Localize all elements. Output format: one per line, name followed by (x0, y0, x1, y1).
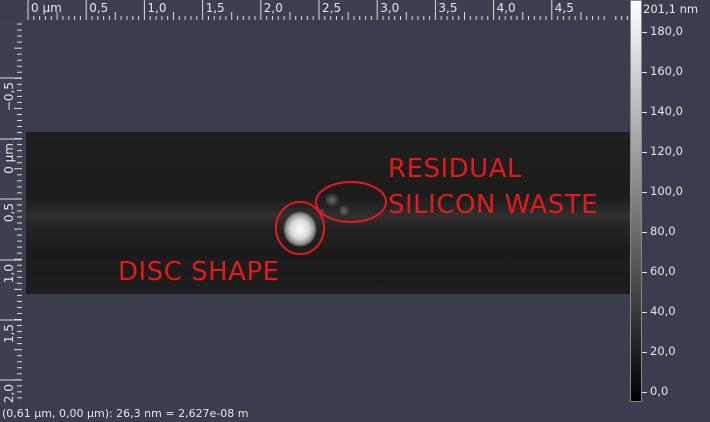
colorbar-tick-mark (642, 352, 647, 353)
y-ruler-label: 1,0 (2, 264, 16, 283)
x-ruler-label: 0 µm (31, 1, 62, 15)
colorbar-tick-mark (642, 152, 647, 153)
colorbar-tick-label: 0,0 (650, 384, 669, 398)
colorbar-tick-mark (642, 192, 647, 193)
colorbar-tick-label: 160,0 (650, 64, 683, 78)
colorbar-tick-mark (642, 232, 647, 233)
x-ruler-label: 0,5 (89, 1, 108, 15)
y-ruler-label: −0,5 (2, 82, 16, 111)
horizontal-ruler: 0 µm 0,5 1,0 1,5 2,0 2,5 3,0 3,5 4,0 4,5 (26, 0, 630, 20)
disc-shape-label: DISC SHAPE (118, 257, 280, 287)
x-ruler-label: 3,0 (380, 1, 399, 15)
silicon-waste-label: SILICON WASTE (388, 190, 599, 220)
colorbar-tick-label: 40,0 (650, 304, 676, 318)
colorbar-tick-label: 100,0 (650, 184, 683, 198)
vertical-ruler-svg: −0,5 0 µm 0,5 1,0 1,5 2,0 (0, 23, 22, 403)
colorbar-tick-label: 140,0 (650, 104, 683, 118)
x-ruler-label: 2,0 (264, 1, 283, 15)
height-colorbar (630, 0, 642, 402)
y-ruler-label: 2,0 (2, 384, 16, 403)
colorbar-tick-mark (642, 112, 647, 113)
colorbar-max-label: 201,1 nm (643, 2, 699, 16)
y-ruler-label: 0,5 (2, 203, 16, 222)
x-ruler-label: 1,0 (147, 1, 166, 15)
colorbar-tick-mark (642, 392, 647, 393)
colorbar-tick-label: 20,0 (650, 344, 676, 358)
horizontal-ruler-svg: 0 µm 0,5 1,0 1,5 2,0 2,5 3,0 3,5 4,0 4,5 (27, 0, 628, 20)
x-ruler-label: 2,5 (322, 1, 341, 15)
cursor-readout: (0,61 µm, 0,00 µm): 26,3 nm = 2,627e-08 … (2, 407, 249, 420)
colorbar-tick-mark (642, 72, 647, 73)
x-ruler-label: 4,5 (555, 1, 574, 15)
colorbar-tick-mark (642, 272, 647, 273)
x-ruler-label: 1,5 (206, 1, 225, 15)
colorbar-tick-mark (642, 312, 647, 313)
y-ruler-label: 1,5 (2, 324, 16, 343)
colorbar-tick-label: 120,0 (650, 144, 683, 158)
y-ruler-label: 0 µm (2, 143, 16, 174)
residue-particle (325, 193, 339, 207)
colorbar-tick-label: 60,0 (650, 264, 676, 278)
colorbar-tick-label: 80,0 (650, 224, 676, 238)
colorbar-tick-label: 180,0 (650, 24, 683, 38)
x-ruler-label: 3,5 (438, 1, 457, 15)
status-bar: (0,61 µm, 0,00 µm): 26,3 nm = 2,627e-08 … (0, 406, 632, 422)
colorbar-tick-mark (642, 32, 647, 33)
x-ruler-label: 4,0 (497, 1, 516, 15)
vertical-ruler: −0,5 0 µm 0,5 1,0 1,5 2,0 (0, 20, 22, 406)
residual-label: RESIDUAL (388, 154, 522, 184)
disc-particle (283, 211, 317, 247)
residue-particle (338, 205, 350, 217)
